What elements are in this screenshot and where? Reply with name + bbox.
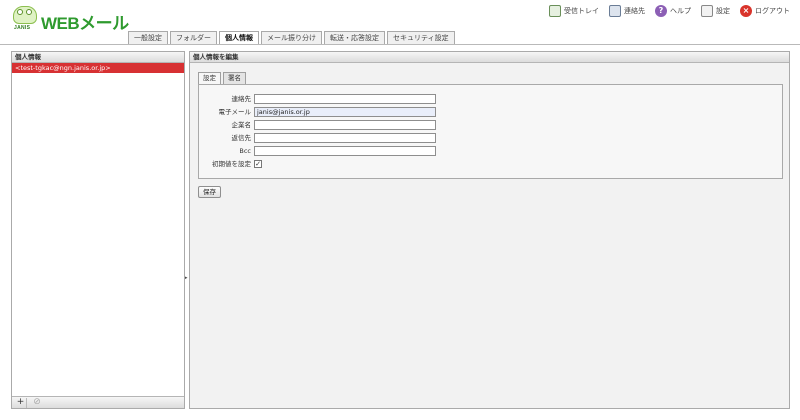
top-links: 受信トレイ 連絡先 ? ヘルプ 設定 × ログアウト [549, 5, 790, 17]
subtab-settings[interactable]: 設定 [198, 72, 221, 84]
company-row: 企業名 [199, 120, 782, 131]
collapse-arrow-icon: ▸ [185, 275, 188, 281]
address-book-icon [609, 5, 621, 17]
contacts-link-label: 連絡先 [624, 7, 645, 15]
help-icon: ? [655, 5, 667, 17]
inbox-link-label: 受信トレイ [564, 7, 599, 15]
default-row: 初期値を設定 ✓ [199, 159, 782, 170]
bcc-row: Bcc [199, 146, 782, 157]
app-title: WEBメール [41, 14, 129, 33]
settings-link[interactable]: 設定 [701, 5, 730, 17]
email-input[interactable] [254, 107, 436, 117]
identities-panel-title: 個人情報 [12, 52, 184, 63]
logout-link-label: ログアウト [755, 7, 790, 15]
identities-list-panel: 個人情報 <test-tgkac@ngn.janis.or.jp> + ⊘ [11, 51, 185, 409]
logout-icon: × [740, 5, 752, 17]
name-label: 連絡先 [231, 95, 252, 103]
help-link[interactable]: ? ヘルプ [655, 5, 691, 17]
identity-edit-panel: 個人情報を編集 設定 署名 連絡先 電子メール 企業名 返信先 [189, 51, 790, 409]
name-row: 連絡先 [199, 94, 782, 105]
brand-label: JANIS [14, 25, 31, 31]
reply-to-row: 返信先 [199, 133, 782, 144]
tab-forwarding[interactable]: 転送・応答設定 [324, 31, 385, 44]
frog-eye-left [17, 9, 23, 15]
header: JANIS WEBメール 受信トレイ 連絡先 ? ヘルプ 設定 × ログアウト [0, 0, 800, 44]
email-row: 電子メール [199, 107, 782, 118]
list-item[interactable]: <test-tgkac@ngn.janis.or.jp> [12, 63, 184, 73]
bcc-input[interactable] [254, 146, 436, 156]
identities-list-footer: + ⊘ [12, 396, 184, 408]
delete-identity-button[interactable]: ⊘ [31, 397, 43, 408]
tab-identities[interactable]: 個人情報 [219, 31, 259, 44]
default-label: 初期値を設定 [212, 160, 251, 168]
subtab-signature[interactable]: 署名 [223, 72, 246, 84]
tab-folders[interactable]: フォルダー [170, 31, 217, 44]
contacts-link[interactable]: 連絡先 [609, 5, 645, 17]
save-button[interactable]: 保存 [198, 186, 221, 198]
email-label: 電子メール [218, 108, 252, 116]
tab-general[interactable]: 一般設定 [128, 31, 168, 44]
reply-to-input[interactable] [254, 133, 436, 143]
inbox-tray-icon [549, 5, 561, 17]
edit-subtabs: 設定 署名 [198, 72, 246, 84]
company-label: 企業名 [231, 121, 252, 129]
edit-panel-title: 個人情報を編集 [190, 52, 789, 63]
settings-icon [701, 5, 713, 17]
frog-eye-right [26, 9, 32, 15]
identity-form: 連絡先 電子メール 企業名 返信先 Bcc 初期値を設定 ✓ [198, 84, 783, 179]
settings-link-label: 設定 [716, 7, 730, 15]
identities-list: <test-tgkac@ngn.janis.or.jp> [12, 63, 184, 396]
frog-icon [13, 6, 37, 24]
default-checkbox[interactable]: ✓ [254, 160, 262, 168]
name-input[interactable] [254, 94, 436, 104]
logout-link[interactable]: × ログアウト [740, 5, 790, 17]
janis-logo: JANIS [13, 6, 37, 32]
company-input[interactable] [254, 120, 436, 130]
tab-filters[interactable]: メール振り分け [261, 31, 322, 44]
inbox-link[interactable]: 受信トレイ [549, 5, 599, 17]
header-divider [0, 44, 800, 45]
main-tabs: 一般設定 フォルダー 個人情報 メール振り分け 転送・応答設定 セキュリティ設定 [128, 31, 455, 44]
bcc-label: Bcc [239, 147, 251, 155]
tab-security[interactable]: セキュリティ設定 [387, 31, 455, 44]
add-identity-button[interactable]: + [15, 397, 27, 408]
webmail-app: JANIS WEBメール 受信トレイ 連絡先 ? ヘルプ 設定 × ログアウト [0, 0, 800, 420]
reply-to-label: 返信先 [231, 134, 252, 142]
help-link-label: ヘルプ [670, 7, 691, 15]
